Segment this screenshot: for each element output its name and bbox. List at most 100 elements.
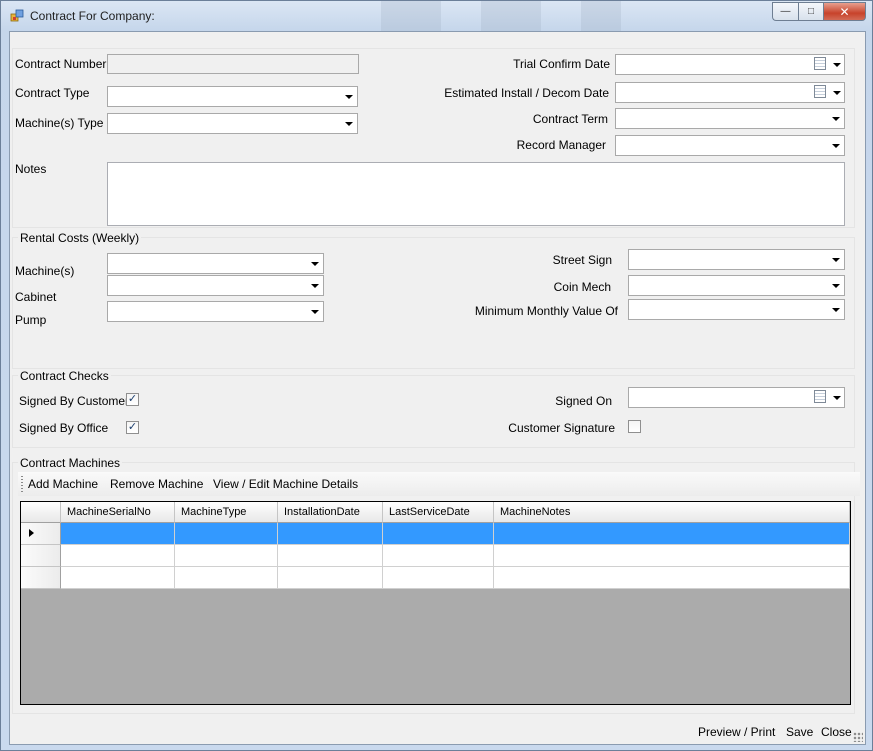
close-button[interactable]: Close — [821, 725, 852, 739]
chevron-down-icon[interactable] — [340, 88, 356, 105]
background-window-ghost — [381, 1, 621, 31]
street-sign-combo[interactable] — [628, 249, 845, 270]
customer-signature-label: Customer Signature — [508, 421, 615, 435]
record-manager-combo[interactable] — [615, 135, 845, 156]
signed-on-label: Signed On — [555, 394, 612, 408]
signed-by-office-checkbox[interactable]: ✓ — [126, 421, 139, 434]
signed-by-office-label: Signed By Office — [19, 421, 109, 435]
row-header[interactable] — [21, 545, 61, 567]
notes-textarea[interactable] — [107, 162, 845, 226]
contract-checks-title: Contract Checks — [18, 369, 111, 383]
row-header[interactable] — [21, 567, 61, 589]
chevron-down-icon[interactable] — [827, 251, 843, 268]
maximize-icon: □ — [807, 6, 815, 17]
pump-label: Pump — [15, 313, 47, 327]
close-window-button[interactable]: ✕ — [823, 2, 866, 21]
contract-term-label: Contract Term — [532, 112, 608, 126]
table-cell[interactable] — [61, 545, 175, 567]
table-cell[interactable] — [278, 545, 383, 567]
machine-type-combo[interactable] — [107, 113, 358, 134]
contract-type-combo[interactable] — [107, 86, 358, 107]
table-cell[interactable] — [383, 567, 494, 589]
calendar-icon[interactable] — [814, 57, 826, 70]
pump-cost-combo[interactable] — [107, 301, 324, 322]
table-cell[interactable] — [175, 567, 278, 589]
contract-number-field[interactable] — [107, 54, 359, 74]
chevron-down-icon[interactable] — [827, 301, 843, 318]
chevron-down-icon[interactable] — [831, 84, 843, 101]
close-icon: ✕ — [839, 4, 850, 19]
machines-grid[interactable]: MachineSerialNo MachineType Installation… — [20, 501, 851, 705]
table-cell[interactable] — [175, 523, 278, 545]
toolbar-grip[interactable] — [21, 476, 23, 492]
table-cell[interactable] — [175, 545, 278, 567]
chevron-down-icon[interactable] — [340, 115, 356, 132]
caption-buttons: — □ ✕ — [772, 2, 866, 21]
estimated-install-label: Estimated Install / Decom Date — [444, 86, 609, 100]
column-header[interactable]: InstallationDate — [278, 502, 383, 523]
machines-cost-combo[interactable] — [107, 253, 324, 274]
chevron-down-icon[interactable] — [306, 303, 322, 320]
table-cell[interactable] — [494, 567, 850, 589]
checkmark-icon: ✓ — [127, 393, 138, 405]
chevron-down-icon[interactable] — [827, 110, 843, 127]
preview-print-button[interactable]: Preview / Print — [698, 725, 775, 739]
contract-number-label: Contract Number — [15, 57, 107, 71]
chevron-down-icon[interactable] — [831, 56, 843, 73]
column-header[interactable]: MachineNotes — [494, 502, 850, 523]
table-row[interactable] — [21, 523, 850, 545]
table-cell[interactable] — [278, 523, 383, 545]
title-bar[interactable]: Contract For Company: — □ ✕ — [1, 1, 872, 31]
column-header[interactable]: MachineType — [175, 502, 278, 523]
save-button[interactable]: Save — [786, 725, 813, 739]
contract-type-label: Contract Type — [15, 86, 90, 100]
table-cell[interactable] — [61, 523, 175, 545]
signed-on-date-picker[interactable] — [628, 387, 845, 408]
calendar-icon[interactable] — [814, 85, 826, 98]
table-cell[interactable] — [278, 567, 383, 589]
remove-machine-button[interactable]: Remove Machine — [110, 477, 203, 491]
table-row[interactable] — [21, 545, 850, 567]
calendar-icon[interactable] — [814, 390, 826, 403]
signed-by-customer-checkbox[interactable]: ✓ — [126, 393, 139, 406]
customer-signature-checkbox[interactable] — [628, 420, 641, 433]
chevron-down-icon[interactable] — [306, 277, 322, 294]
table-cell[interactable] — [383, 523, 494, 545]
minimum-monthly-label: Minimum Monthly Value Of — [474, 304, 618, 318]
minimum-monthly-combo[interactable] — [628, 299, 845, 320]
rental-costs-title: Rental Costs (Weekly) — [18, 231, 142, 245]
table-cell[interactable] — [494, 523, 850, 545]
add-machine-button[interactable]: Add Machine — [28, 477, 98, 491]
chevron-down-icon[interactable] — [827, 277, 843, 294]
table-cell[interactable] — [61, 567, 175, 589]
table-cell[interactable] — [494, 545, 850, 567]
trial-confirm-date-picker[interactable] — [615, 54, 845, 75]
signed-by-customer-label: Signed By Customer — [19, 394, 130, 408]
table-cell[interactable] — [383, 545, 494, 567]
contract-term-combo[interactable] — [615, 108, 845, 129]
estimated-install-date-picker[interactable] — [615, 82, 845, 103]
resize-grip[interactable] — [853, 732, 863, 742]
minimize-button[interactable]: — — [772, 2, 798, 21]
minimize-icon: — — [780, 6, 791, 17]
chevron-down-icon[interactable] — [831, 389, 843, 406]
cabinet-label: Cabinet — [15, 290, 57, 304]
table-row[interactable] — [21, 567, 850, 589]
record-manager-label: Record Manager — [516, 138, 606, 152]
client-area: Contract Number Contract Type Machine(s)… — [9, 31, 866, 745]
machines-label: Machine(s) — [15, 264, 75, 278]
coin-mech-combo[interactable] — [628, 275, 845, 296]
view-edit-machine-button[interactable]: View / Edit Machine Details — [213, 477, 358, 491]
column-header[interactable]: LastServiceDate — [383, 502, 494, 523]
chevron-down-icon[interactable] — [306, 255, 322, 272]
row-pointer-icon — [29, 529, 34, 537]
app-icon — [10, 9, 24, 22]
chevron-down-icon[interactable] — [827, 137, 843, 154]
cabinet-cost-combo[interactable] — [107, 275, 324, 296]
column-header[interactable]: MachineSerialNo — [61, 502, 175, 523]
row-header[interactable] — [21, 523, 61, 545]
contract-machines-title: Contract Machines — [18, 456, 123, 470]
grid-corner-header[interactable] — [21, 502, 61, 523]
maximize-button[interactable]: □ — [798, 2, 823, 21]
footer-bar: Preview / Print Save Close — [10, 719, 865, 744]
